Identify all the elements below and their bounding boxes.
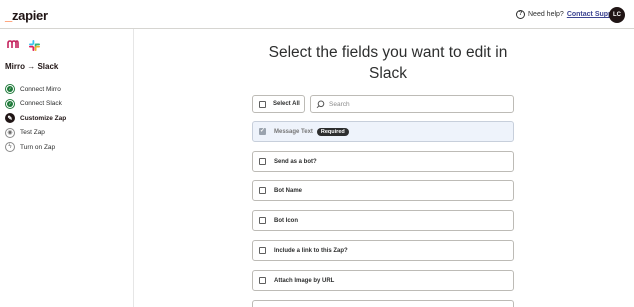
zapier-logo[interactable]: _zapier: [5, 8, 48, 23]
bolt-icon: ϟ: [5, 142, 15, 153]
search-placeholder: Search: [329, 100, 350, 108]
checkbox[interactable]: [259, 187, 266, 194]
mirro-app-icon: [7, 40, 19, 48]
slack-app-icon: [29, 40, 40, 51]
required-badge: Required: [316, 127, 349, 136]
zap-title: Mirro → Slack: [5, 62, 59, 71]
field-message-text[interactable]: ✓ Message Text Required: [252, 121, 514, 142]
help-text: Need help?: [528, 11, 564, 18]
field-include-link[interactable]: Include a link to this Zap?: [252, 240, 514, 261]
checkbox[interactable]: [259, 247, 266, 254]
step-customize-zap[interactable]: ✎ Customize Zap: [5, 111, 66, 126]
field-bot-name[interactable]: Bot Name: [252, 180, 514, 201]
field-attach-image[interactable]: Attach Image by URL: [252, 270, 514, 291]
step-turn-on-zap[interactable]: ϟ Turn on Zap: [5, 140, 66, 155]
search-input[interactable]: Search: [310, 95, 514, 113]
select-all-checkbox[interactable]: Select All: [252, 95, 305, 113]
field-partial[interactable]: [252, 300, 514, 307]
field-bot-icon[interactable]: Bot Icon: [252, 210, 514, 231]
step-connect-slack[interactable]: ✓ Connect Slack: [5, 97, 66, 112]
pencil-icon: ✎: [5, 113, 15, 124]
setup-steps: ✓ Connect Mirro ✓ Connect Slack ✎ Custom…: [5, 82, 66, 155]
top-bar: _zapier ? Need help? Contact Support LC: [0, 0, 634, 29]
check-icon: ✓: [5, 98, 15, 109]
sidebar: Mirro → Slack ✓ Connect Mirro ✓ Connect …: [0, 29, 134, 307]
eye-icon: ◉: [5, 127, 15, 138]
help-section: ? Need help? Contact Support: [516, 10, 622, 19]
checkbox-checked[interactable]: ✓: [259, 128, 266, 135]
search-icon: [316, 100, 325, 108]
checkbox[interactable]: [259, 217, 266, 224]
step-test-zap[interactable]: ◉ Test Zap: [5, 126, 66, 141]
step-connect-mirro[interactable]: ✓ Connect Mirro: [5, 82, 66, 97]
user-avatar[interactable]: LC: [609, 7, 625, 23]
checkbox[interactable]: [259, 100, 266, 108]
checkbox[interactable]: [259, 277, 266, 284]
checkbox[interactable]: [259, 158, 266, 165]
app-icons: [7, 40, 40, 51]
page-title: Select the fields you want to edit in Sl…: [268, 44, 508, 82]
check-icon: ✓: [5, 84, 15, 95]
help-icon: ?: [516, 10, 525, 19]
field-send-as-bot[interactable]: Send as a bot?: [252, 151, 514, 172]
